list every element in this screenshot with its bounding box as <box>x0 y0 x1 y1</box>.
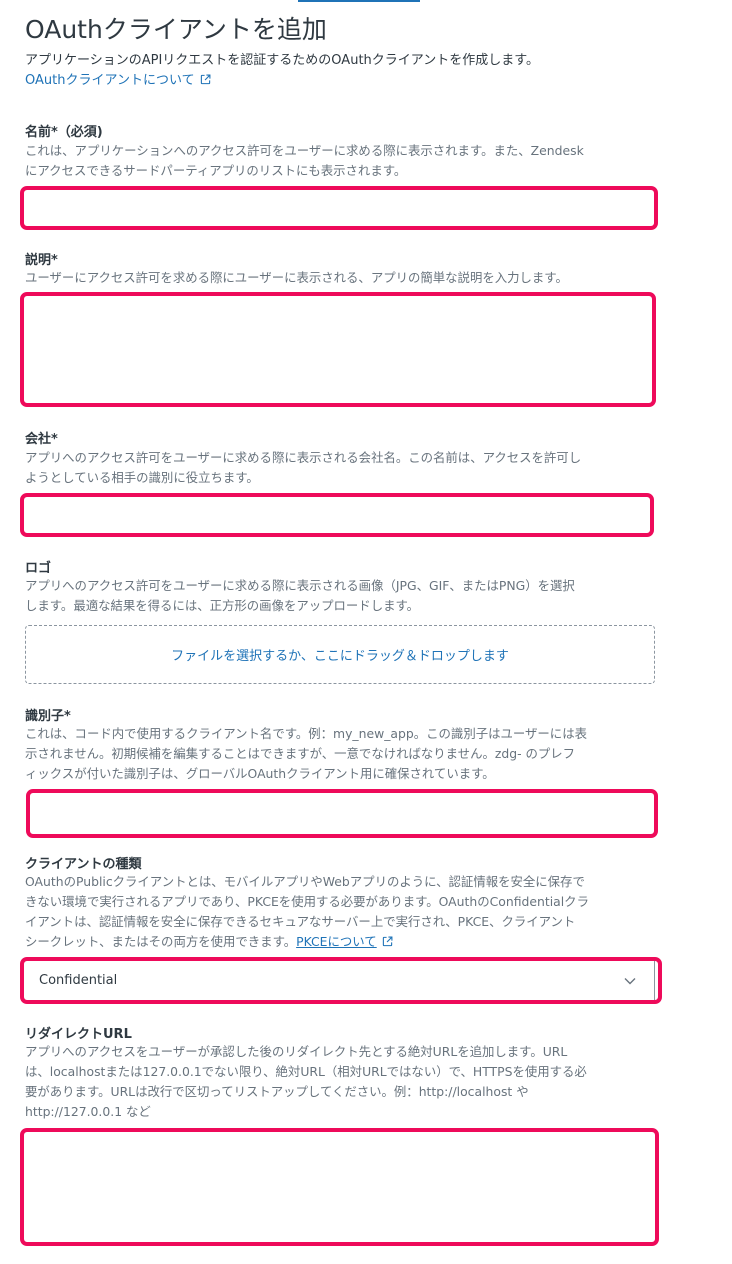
client-type-hint-line: イアントは、認証情報を安全に保存できるセキュアなサーバー上で実行され、PKCE、… <box>25 914 576 929</box>
client-type-hint-line: きない環境で実行されるアプリであり、PKCEを使用する必要があります。OAuth… <box>25 894 589 909</box>
client-type-hint-line: シークレット、またはその両方を使用できます。PKCEについて <box>25 932 665 952</box>
name-hint: これは、アプリケーションへのアクセス許可をユーザーに求める際に表示されます。また… <box>25 141 665 181</box>
client-type-hint-line: OAuthのPublicクライアントとは、モバイルアプリやWebアプリのように、… <box>25 874 585 889</box>
company-input[interactable] <box>24 497 650 533</box>
identifier-hint: これは、コード内で使用するクライアント名です。例：my_new_app。この識別… <box>25 724 665 784</box>
description-hint: ユーザーにアクセス許可を求める際にユーザーに表示される、アプリの簡単な説明を入力… <box>25 268 665 288</box>
external-link-icon <box>382 936 393 947</box>
company-hint: アプリへのアクセス許可をユーザーに求める際に表示される会社名。この名前は、アクセ… <box>25 448 665 488</box>
name-field[interactable] <box>20 186 658 230</box>
name-hint-line: にアクセスできるサードパーティアプリのリストにも表示されます。 <box>25 163 407 178</box>
description-hint-line: ユーザーにアクセス許可を求める際にユーザーに表示される、アプリの簡単な説明を入力… <box>25 270 568 285</box>
company-label: 会社* <box>25 432 58 447</box>
page-title: OAuthクライアントを追加 <box>25 15 327 44</box>
company-field[interactable] <box>20 493 654 537</box>
logo-hint-line: します。最適な結果を得るには、正方形の画像をアップロードします。 <box>25 598 420 613</box>
logo-hint-line: アプリへのアクセス許可をユーザーに求める際に表示される画像（JPG、GIF、また… <box>25 578 575 593</box>
identifier-hint-line: ィックスが付いた識別子は、グローバルOAuthクライアント用に確保されています。 <box>25 766 495 781</box>
logo-hint: アプリへのアクセス許可をユーザーに求める際に表示される画像（JPG、GIF、また… <box>25 576 665 616</box>
identifier-field[interactable] <box>26 789 658 838</box>
external-link-icon <box>200 74 211 85</box>
client-type-label: クライアントの種類 <box>25 857 142 872</box>
redirect-url-hint-line: http://127.0.0.1 など <box>25 1104 151 1119</box>
client-type-selected-value: Confidential <box>39 973 118 988</box>
redirect-url-field[interactable] <box>20 1128 659 1246</box>
page-description: アプリケーションのAPIリクエストを認証するためのOAuthクライアントを作成し… <box>25 53 539 68</box>
redirect-url-hint-line: は、localhostまたは127.0.0.1でない限り、絶対URL（相対URL… <box>25 1064 587 1079</box>
redirect-url-textarea[interactable] <box>24 1132 655 1242</box>
active-tab-indicator <box>298 0 420 2</box>
name-hint-line: これは、アプリケーションへのアクセス許可をユーザーに求める際に表示されます。また… <box>25 143 584 158</box>
select-edge <box>654 961 655 1000</box>
name-input[interactable] <box>24 190 654 226</box>
identifier-hint-line: 示されません。初期候補を編集することはできますが、一意でなければなりません。zd… <box>25 746 576 761</box>
chevron-down-icon <box>624 977 636 984</box>
description-label: 説明* <box>25 253 58 268</box>
redirect-url-hint-line: アプリへのアクセスをユーザーが承認した後のリダイレクト先とする絶対URLを追加し… <box>25 1044 568 1059</box>
logo-dropzone-text: ファイルを選択するか、ここにドラッグ＆ドロップします <box>171 649 509 664</box>
identifier-hint-line: これは、コード内で使用するクライアント名です。例：my_new_app。この識別… <box>25 726 587 741</box>
client-type-select[interactable]: Confidential <box>20 957 662 1004</box>
identifier-input[interactable] <box>30 793 654 834</box>
redirect-url-hint-line: 要があります。URLは改行で区切ってリストアップしてください。例：http://… <box>25 1084 529 1099</box>
redirect-url-label: リダイレクトURL <box>25 1027 132 1042</box>
company-hint-line: アプリへのアクセス許可をユーザーに求める際に表示される会社名。この名前は、アクセ… <box>25 450 582 465</box>
oauth-help-link-label: OAuthクライアントについて <box>25 73 195 88</box>
oauth-help-link[interactable]: OAuthクライアントについて <box>25 69 211 88</box>
description-field[interactable] <box>20 292 656 407</box>
logo-label: ロゴ <box>25 561 52 576</box>
identifier-label: 識別子* <box>25 709 71 724</box>
client-type-hint: OAuthのPublicクライアントとは、モバイルアプリやWebアプリのように、… <box>25 872 665 952</box>
description-textarea[interactable] <box>24 296 652 403</box>
client-type-hint-text: シークレット、またはその両方を使用できます。 <box>25 934 297 949</box>
name-label: 名前*（必須) <box>25 125 103 140</box>
redirect-url-hint: アプリへのアクセスをユーザーが承認した後のリダイレクト先とする絶対URLを追加し… <box>25 1042 665 1122</box>
logo-dropzone[interactable]: ファイルを選択するか、ここにドラッグ＆ドロップします <box>25 625 655 684</box>
pkce-help-link[interactable]: PKCEについて <box>296 934 377 949</box>
company-hint-line: ようとしている相手の識別に役立ちます。 <box>25 470 259 485</box>
